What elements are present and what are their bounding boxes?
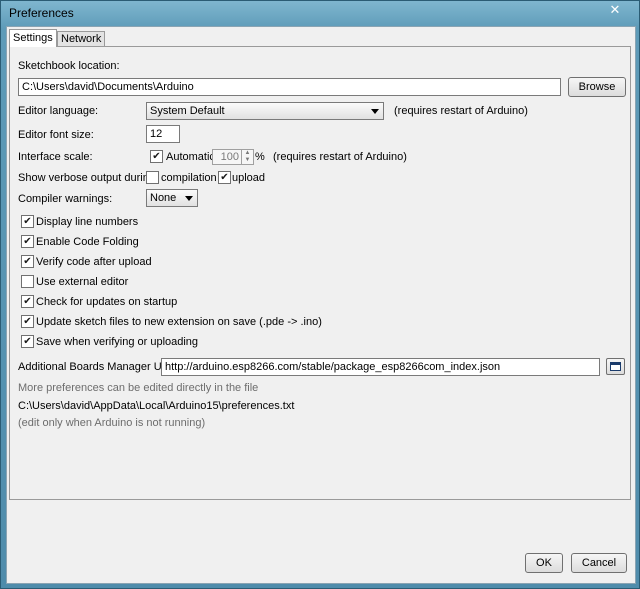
sketchbook-location-label: Sketchbook location: [18,60,120,72]
chevron-down-icon [185,196,193,201]
spinner-arrows[interactable]: ▲ ▼ [241,150,253,164]
tab-network[interactable]: Network [57,31,106,47]
title-bar[interactable]: Preferences ✕ [1,1,639,27]
more-preferences-note: More preferences can be edited directly … [18,382,259,394]
interface-scale-unit: % [255,151,265,163]
cancel-button[interactable]: Cancel [571,553,627,573]
spin-up-icon[interactable]: ▲ [242,150,253,157]
boards-manager-urls-label: Additional Boards Manager URLs: [18,361,185,373]
browse-button[interactable]: Browse [568,77,626,97]
editor-language-label: Editor language: [18,105,99,117]
enable-code-folding-checkbox[interactable]: ✔ [21,235,34,248]
interface-scale-value: 100 [220,151,239,163]
editor-language-select[interactable]: System Default [146,102,384,120]
window-title: Preferences [9,6,74,20]
close-icon[interactable]: ✕ [597,1,633,19]
verify-after-upload-checkbox[interactable]: ✔ [21,255,34,268]
upload-label: upload [232,172,266,184]
edit-only-note: (edit only when Arduino is not running) [18,417,206,429]
interface-scale-note: (requires restart of Arduino) [273,151,407,163]
automatic-label: Automatic [166,151,215,163]
dialog-body: Settings Network Sketchbook location: C:… [6,26,636,584]
compilation-label: compilation [161,172,217,184]
chevron-down-icon [371,109,379,114]
check-updates-checkbox[interactable]: ✔ [21,295,34,308]
update-sketch-files-checkbox[interactable]: ✔ [21,315,34,328]
compiler-warnings-label: Compiler warnings: [18,193,113,205]
preferences-file-path[interactable]: C:\Users\david\AppData\Local\Arduino15\p… [18,400,294,412]
compiler-warnings-value: None [150,192,177,204]
editor-language-value: System Default [150,105,225,117]
automatic-checkbox[interactable]: ✔ [150,150,163,163]
editor-font-size-input[interactable]: 12 [146,125,180,143]
sketchbook-location-input[interactable]: C:\Users\david\Documents\Arduino [18,78,561,96]
ok-button[interactable]: OK [525,553,563,573]
boards-urls-editor-button[interactable] [606,358,625,375]
check-updates-label: Check for updates on startup [36,296,178,308]
tab-settings[interactable]: Settings [9,29,57,47]
use-external-editor-checkbox[interactable] [21,275,34,288]
compiler-warnings-select[interactable]: None [146,189,198,207]
editor-language-note: (requires restart of Arduino) [394,105,528,117]
update-sketch-files-label: Update sketch files to new extension on … [36,316,322,328]
spin-down-icon[interactable]: ▼ [242,157,253,164]
window-icon [610,362,621,371]
display-line-numbers-checkbox[interactable]: ✔ [21,215,34,228]
display-line-numbers-label: Display line numbers [36,216,139,228]
interface-scale-label: Interface scale: [18,151,93,163]
editor-font-size-label: Editor font size: [18,129,94,141]
verify-after-upload-label: Verify code after upload [36,256,152,268]
settings-panel: Sketchbook location: C:\Users\david\Docu… [9,46,631,500]
save-when-verifying-label: Save when verifying or uploading [36,336,199,348]
enable-code-folding-label: Enable Code Folding [36,236,139,248]
compilation-checkbox[interactable] [146,171,159,184]
preferences-window: Preferences ✕ Settings Network Sketchboo… [0,0,640,589]
verbose-output-label: Show verbose output during: [18,172,159,184]
upload-checkbox[interactable]: ✔ [218,171,231,184]
interface-scale-spinner[interactable]: 100 ▲ ▼ [212,149,254,165]
use-external-editor-label: Use external editor [36,276,129,288]
save-when-verifying-checkbox[interactable]: ✔ [21,335,34,348]
boards-manager-urls-input[interactable]: http://arduino.esp8266.com/stable/packag… [161,358,600,376]
